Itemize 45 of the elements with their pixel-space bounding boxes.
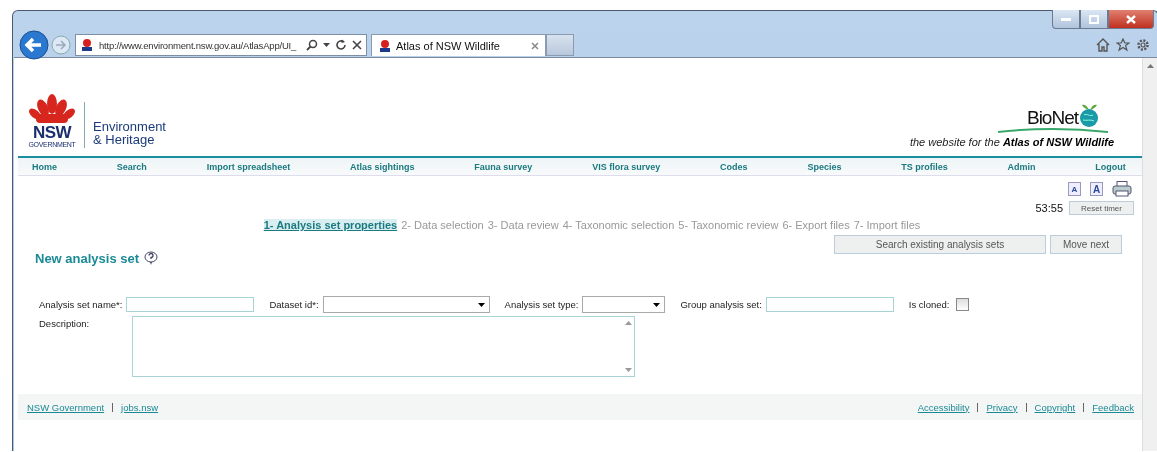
- address-bar[interactable]: http://www.environment.nsw.gov.au/AtlasApp/UI_: [75, 34, 367, 56]
- footer-link[interactable]: Accessibility: [917, 401, 970, 413]
- field-label: Analysis set name*:: [39, 299, 123, 310]
- wizard-step[interactable]: 2- Data selection: [401, 219, 484, 231]
- field-label: Analysis set type:: [504, 299, 579, 310]
- field-label: Is cloned:: [908, 299, 950, 310]
- font-size-button[interactable]: A: [1090, 182, 1103, 196]
- url-text: http://www.environment.nsw.gov.au/AtlasApp/UI_: [99, 39, 298, 51]
- org-name: Environment: [93, 120, 166, 133]
- countdown-timer: 53:55: [1035, 202, 1063, 214]
- nav-link[interactable]: Fauna survey: [474, 161, 533, 172]
- wizard-step[interactable]: 1- Analysis set properties: [263, 219, 398, 231]
- page-heading: New analysis set: [35, 251, 140, 266]
- nav-link[interactable]: Import spreadsheet: [206, 161, 291, 172]
- tagline: the website for the Atlas of NSW Wildlife: [909, 136, 1114, 148]
- field-label: Group analysis set:: [680, 299, 762, 310]
- field-label: Description:: [39, 317, 90, 329]
- nav-link[interactable]: Admin: [1007, 161, 1036, 172]
- wizard-step[interactable]: 6- Export files: [782, 219, 850, 231]
- logo-text: NSW: [32, 124, 72, 141]
- footer-link[interactable]: Feedback: [1092, 401, 1134, 413]
- footer-link[interactable]: Privacy: [986, 401, 1018, 413]
- wizard-step[interactable]: 7- Import files: [853, 219, 921, 231]
- footer-link[interactable]: jobs.nsw: [121, 401, 159, 413]
- nav-link[interactable]: TS profiles: [901, 161, 948, 172]
- nav-link[interactable]: Atlas sightings: [350, 161, 415, 172]
- browser-tab[interactable]: Atlas of NSW Wildlife: [371, 34, 546, 56]
- footer-link[interactable]: NSW Government: [27, 401, 105, 413]
- search-button[interactable]: Search existing analysis sets: [834, 235, 1046, 254]
- wizard-step[interactable]: 5- Taxonomic review: [678, 219, 779, 231]
- field-label: Dataset id*:: [269, 299, 319, 310]
- wizard-step[interactable]: 4- Taxonomic selection: [562, 219, 675, 231]
- nav-link[interactable]: VIS flora survey: [592, 161, 661, 172]
- brand-name: BioNet: [1026, 108, 1078, 128]
- nav-link[interactable]: Home: [32, 161, 57, 172]
- nav-link[interactable]: Codes: [720, 161, 748, 172]
- font-size-button[interactable]: A: [1068, 182, 1081, 196]
- nav-link[interactable]: Logout: [1095, 161, 1126, 172]
- wizard-step[interactable]: 3- Data review: [487, 219, 559, 231]
- org-name: & Heritage: [93, 133, 156, 146]
- nav-link[interactable]: Species: [807, 161, 842, 172]
- footer-link[interactable]: Copyright: [1034, 401, 1076, 413]
- nav-link[interactable]: Search: [116, 161, 147, 172]
- reset-timer-button[interactable]: Reset timer: [1069, 201, 1134, 215]
- next-button[interactable]: Move next: [1050, 235, 1122, 254]
